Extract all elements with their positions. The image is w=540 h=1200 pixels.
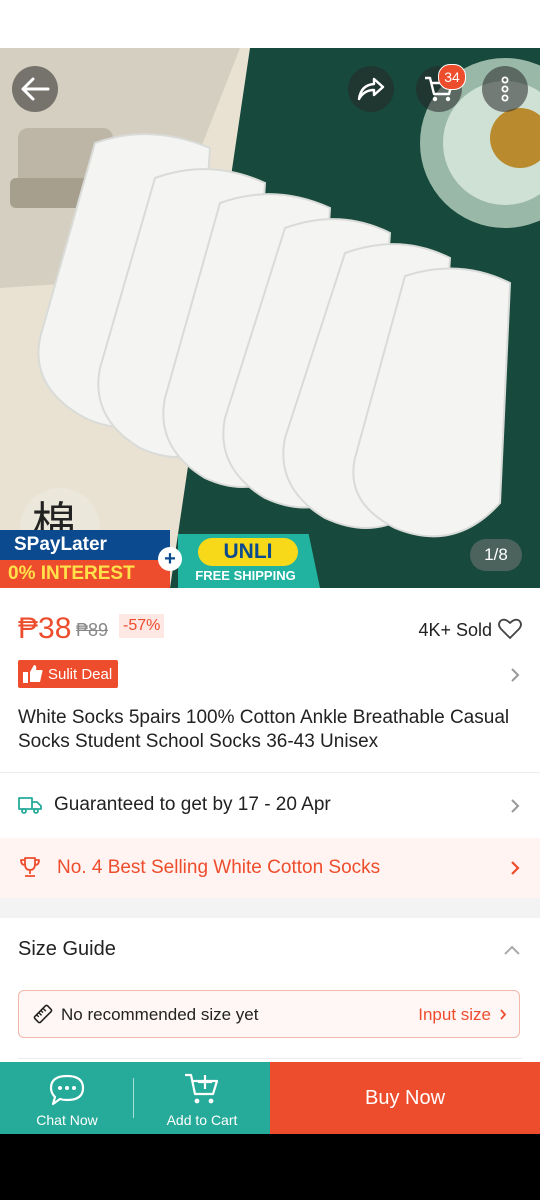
truck-icon — [18, 797, 42, 814]
vertical-dots-icon — [501, 76, 509, 102]
sold-count: 4K+ Sold — [418, 620, 492, 640]
section-gap — [0, 898, 540, 918]
add-cart-icon — [185, 1073, 219, 1104]
chat-icon — [49, 1074, 85, 1106]
system-nav-bar — [0, 1134, 540, 1200]
trophy-icon — [20, 857, 40, 877]
add-to-cart-button[interactable]: Add to Cart — [134, 1062, 270, 1134]
chat-now-label: Chat Now — [36, 1112, 98, 1128]
add-to-cart-label: Add to Cart — [166, 1112, 238, 1128]
product-image-carousel[interactable]: 棉 — [0, 48, 540, 588]
chevron-right-icon — [511, 668, 520, 682]
interest-label: 0% INTEREST — [0, 560, 170, 588]
chevron-right-icon — [511, 799, 520, 813]
cart-count-badge: 34 — [438, 64, 466, 90]
size-recommendation-box[interactable]: No recommended size yet Input size — [18, 990, 520, 1038]
bottom-action-bar: Chat Now Add to Cart Buy Now — [0, 1062, 540, 1134]
thumbs-up-icon — [23, 665, 43, 683]
more-options-button[interactable] — [482, 66, 528, 112]
input-size-link[interactable]: Input size — [418, 1005, 491, 1025]
ruler-icon — [33, 1004, 53, 1024]
best-selling-text: No. 4 Best Selling White Cotton Socks — [57, 857, 381, 878]
product-title: White Socks 5pairs 100% Cotton Ankle Bre… — [18, 707, 510, 752]
chevron-right-icon — [511, 861, 520, 875]
chat-now-button[interactable]: Chat Now — [0, 1062, 134, 1134]
shipping-guarantee-row[interactable]: Guaranteed to get by 17 - 20 Apr — [0, 774, 540, 836]
product-photo: 棉 — [0, 48, 540, 588]
share-button[interactable] — [348, 66, 394, 112]
plus-icon: + — [158, 547, 182, 571]
original-price: ₱89 — [76, 620, 109, 640]
unli-label: UNLI — [198, 538, 298, 566]
sulit-deal-badge: Sulit Deal — [18, 660, 119, 688]
heart-icon — [498, 618, 522, 639]
price-row: ₱38 ₱89 -57% 4K+ Sold — [18, 608, 522, 648]
share-icon — [357, 77, 385, 101]
free-shipping-promo: UNLI FREE SHIPPING — [178, 534, 320, 588]
divider — [0, 772, 540, 773]
best-selling-row[interactable]: No. 4 Best Selling White Cotton Socks — [0, 838, 540, 898]
buy-now-button[interactable]: Buy Now — [270, 1062, 540, 1134]
chevron-right-icon — [500, 1009, 507, 1020]
chevron-up-icon[interactable] — [503, 944, 521, 956]
back-button[interactable] — [12, 66, 58, 112]
sulit-deal-label: Sulit Deal — [48, 665, 113, 683]
sulit-deal-row[interactable]: Sulit Deal — [18, 660, 522, 690]
free-shipping-label: FREE SHIPPING — [195, 568, 296, 583]
arrow-left-icon — [21, 77, 50, 101]
current-price: ₱38 — [18, 612, 72, 645]
size-guide-title: Size Guide — [18, 938, 116, 960]
shipping-text: Guaranteed to get by 17 - 20 Apr — [54, 794, 331, 815]
spaylater-label: SPayLater — [0, 530, 170, 560]
size-recommendation-text: No recommended size yet — [61, 1005, 259, 1024]
divider — [18, 1058, 522, 1059]
status-bar-area — [0, 0, 540, 48]
promo-banner: SPayLater 0% INTEREST UNLI FREE SHIPPING… — [0, 530, 320, 588]
like-button[interactable] — [498, 618, 522, 645]
discount-badge: -57% — [119, 614, 165, 638]
image-counter: 1/8 — [470, 539, 522, 571]
